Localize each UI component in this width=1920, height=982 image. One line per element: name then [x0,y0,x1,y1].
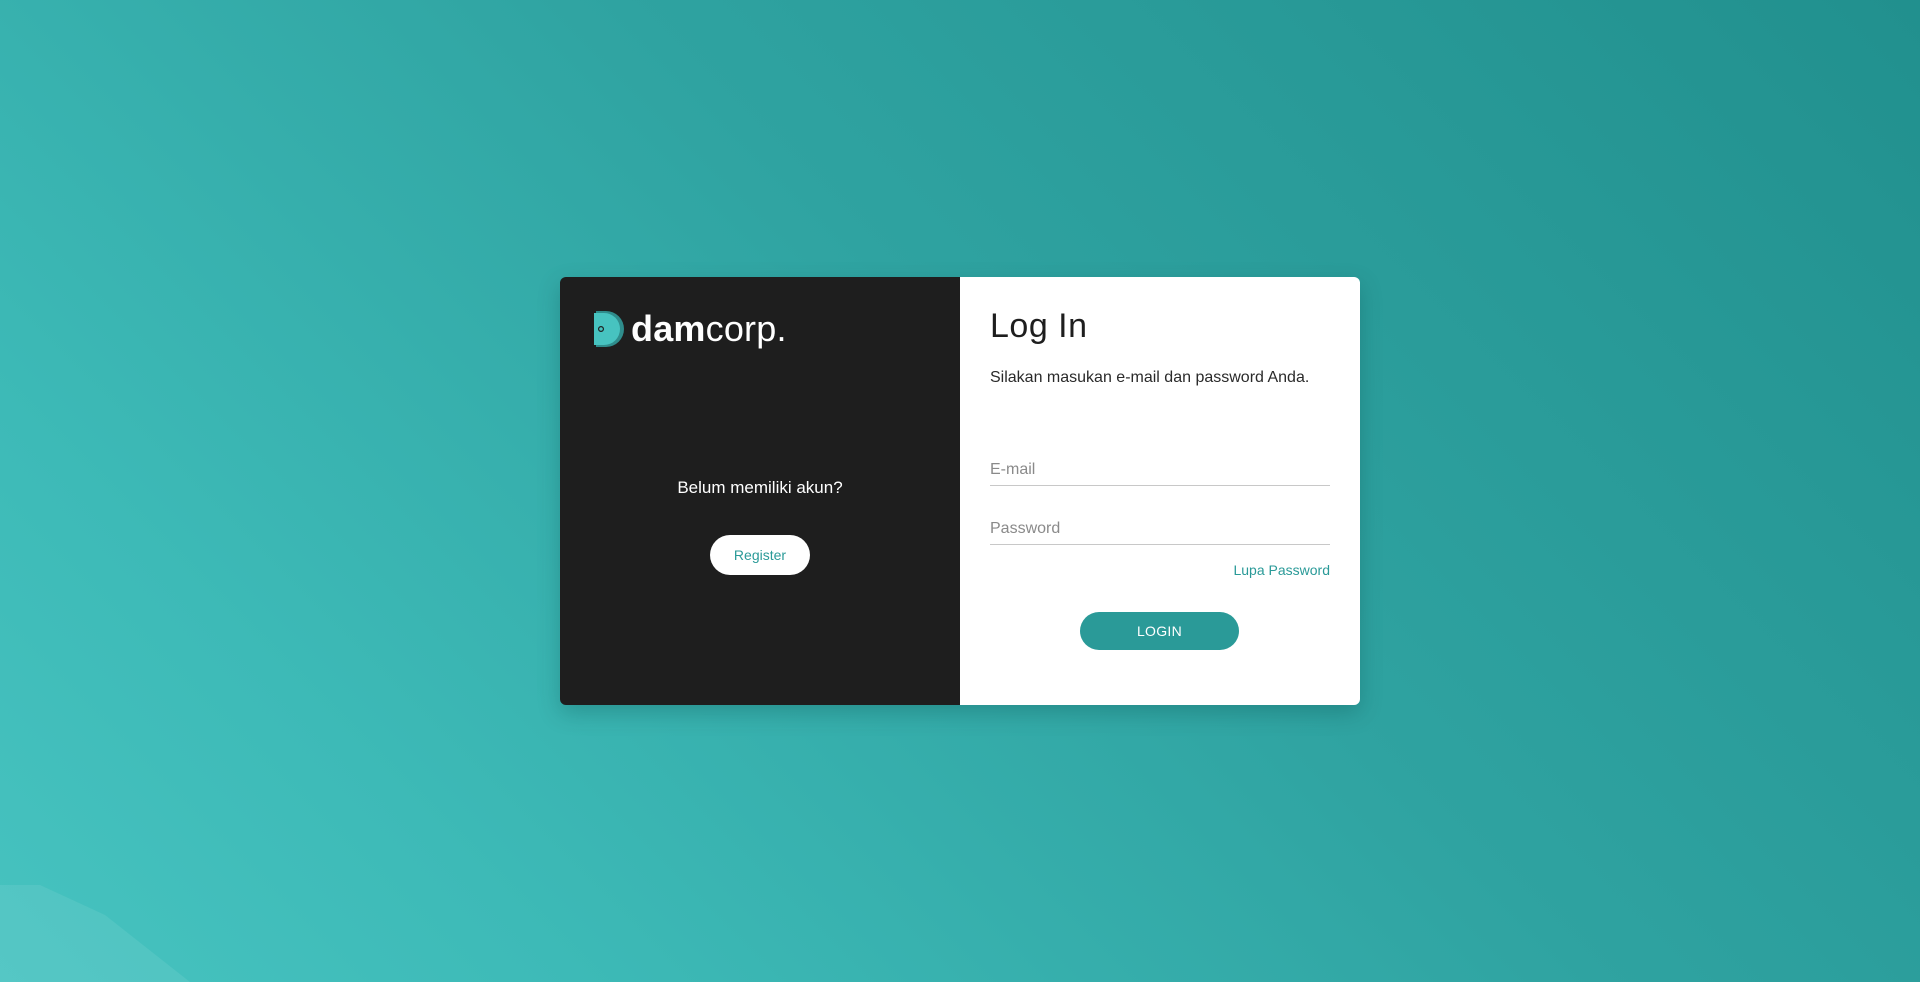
brand-name-bold: dam [631,308,706,349]
login-subtitle: Silakan masukan e-mail dan password Anda… [990,369,1310,386]
background-shape [0,885,190,982]
no-account-prompt: Belum memiliki akun? [677,478,843,497]
brand-name: damcorp. [631,311,787,347]
password-field[interactable] [990,514,1330,545]
auth-card: damcorp. Belum memiliki akun? Register L… [560,277,1360,705]
login-button[interactable]: LOGIN [1080,612,1239,650]
email-field[interactable] [990,455,1330,486]
damcorp-logo-icon [594,311,624,347]
brand-name-light: corp. [705,308,787,349]
login-panel: Log In Silakan masukan e-mail dan passwo… [960,277,1360,705]
login-title: Log In [990,307,1088,345]
brand-logo: damcorp. [592,309,787,349]
register-panel: damcorp. Belum memiliki akun? Register [560,277,960,705]
forgot-password-link[interactable]: Lupa Password [1233,562,1330,578]
register-button[interactable]: Register [710,535,810,575]
